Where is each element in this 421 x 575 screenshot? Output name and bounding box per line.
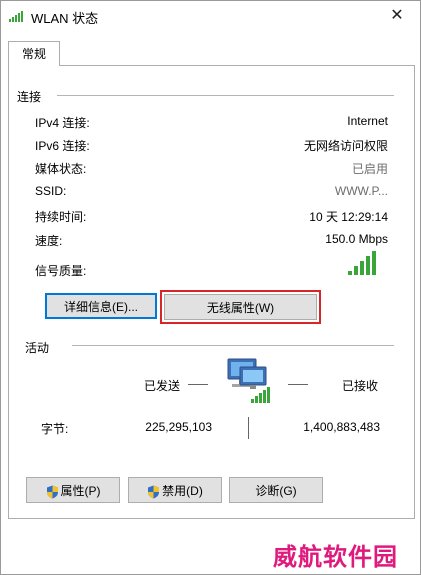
duration-value: 10 天 12:29:14 [309, 210, 388, 224]
media-state-value: 已启用 [351, 162, 388, 176]
watermark-text: 威航软件园 [273, 543, 398, 571]
properties-button-label: 属性(P) [60, 484, 101, 498]
wifi-signal-icon [9, 11, 23, 22]
close-icon: ✕ [390, 7, 404, 24]
ssid-label: SSID: [35, 184, 67, 198]
close-button[interactable]: ✕ [374, 1, 420, 31]
uac-shield-icon [46, 485, 58, 499]
signal-bar [360, 261, 364, 275]
diagnose-button[interactable]: 诊断(G) [229, 477, 323, 503]
network-computer-icon [227, 358, 270, 403]
activity-divider [72, 345, 394, 346]
duration-label: 持续时间: [35, 210, 87, 224]
signal-bar [372, 251, 376, 275]
wireless-properties-button[interactable]: 无线属性(W) [164, 294, 317, 320]
bytes-sent-value: 225,295,103 [145, 420, 212, 434]
ipv4-label: IPv4 连接: [35, 116, 90, 130]
ipv6-value: 无网络访问权限 [303, 139, 388, 153]
tab-general[interactable]: 常规 [8, 41, 60, 66]
speed-value: 150.0 Mbps [325, 232, 388, 246]
signal-bar [354, 266, 358, 275]
speed-label: 速度: [35, 234, 63, 248]
signal-bar [348, 271, 352, 275]
ipv4-value: Internet [347, 114, 388, 128]
properties-button[interactable]: 属性(P) [26, 477, 120, 503]
received-label: 已接收 [342, 379, 379, 393]
connection-group-label: 连接 [17, 90, 42, 104]
bytes-divider [248, 417, 249, 439]
disable-button[interactable]: 禁用(D) [128, 477, 222, 503]
bytes-received-value: 1,400,883,483 [303, 420, 380, 434]
media-state-label: 媒体状态: [35, 162, 87, 176]
signal-strength-icon [348, 251, 376, 275]
details-button[interactable]: 详细信息(E)... [45, 293, 157, 319]
signal-bar [366, 256, 370, 275]
title-bar: WLAN 状态 ✕ [1, 1, 420, 31]
ssid-value: WWW.P... [334, 184, 388, 198]
bytes-label: 字节: [41, 422, 69, 436]
connection-divider [57, 95, 394, 96]
sent-label: 已发送 [144, 379, 181, 393]
disable-button-label: 禁用(D) [162, 484, 203, 498]
sent-dash [188, 384, 208, 385]
wlan-status-window: WLAN 状态 ✕ 常规 连接 IPv4 连接: Internet IPv6 连… [0, 0, 421, 575]
window-title: WLAN 状态 [31, 11, 99, 26]
activity-group-label: 活动 [25, 341, 50, 355]
uac-shield-icon [148, 485, 160, 499]
signal-quality-label: 信号质量: [35, 264, 87, 278]
received-dash [288, 384, 308, 385]
ipv6-label: IPv6 连接: [35, 139, 90, 153]
